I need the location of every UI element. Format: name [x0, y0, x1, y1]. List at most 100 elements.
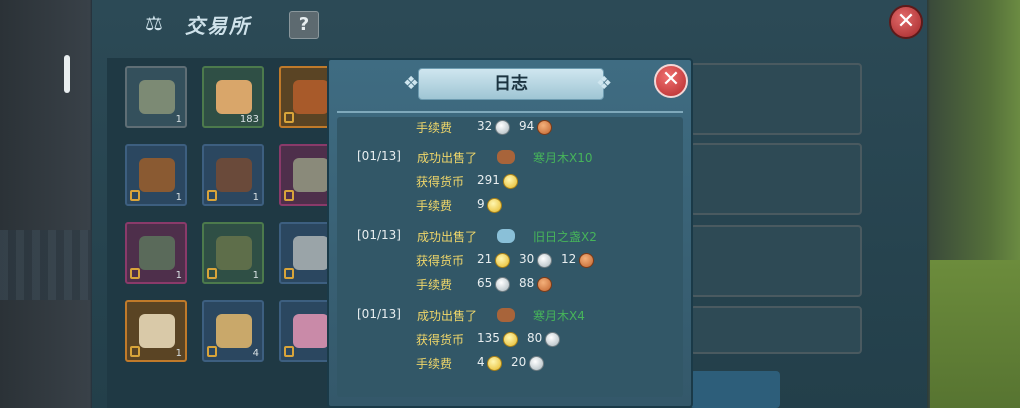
silver-coin-icon [537, 253, 552, 268]
item-count: 1 [175, 192, 182, 203]
currency-amount: 65 [477, 276, 493, 290]
listing-row[interactable] [690, 143, 862, 215]
log-action: 成功出售了 [417, 151, 478, 165]
wood-icon [497, 150, 515, 164]
background-fence [0, 230, 92, 300]
currency-amount: 32 [477, 119, 493, 133]
fee-label: 手续费 [416, 121, 453, 135]
log-item-name: 寒月木X10 [533, 151, 593, 165]
trough-icon [293, 158, 329, 192]
currency-amount: 21 [477, 252, 493, 266]
copper-coin-icon [537, 120, 552, 135]
silver-coin-icon [545, 332, 560, 347]
inventory-grid: 11831111114 [107, 58, 341, 408]
wood-icon [497, 308, 515, 322]
log-item-name: 寒月木X4 [533, 309, 585, 323]
crate-icon [139, 158, 175, 192]
item-count: 1 [252, 270, 259, 281]
ornament-left-icon: ❖ [403, 73, 420, 94]
inventory-slot[interactable]: 1 [125, 66, 187, 128]
inventory-slot[interactable]: 1 [202, 222, 264, 284]
lock-icon [207, 190, 217, 201]
disc-icon [293, 236, 329, 270]
inventory-slot[interactable]: 1 [202, 144, 264, 206]
lock-icon [207, 268, 217, 279]
game-screen: ⚖ 交易所 ? ✕ 11831111114 ❖ 日志 ❖ ✕ 手续费3294[0… [0, 0, 1020, 408]
help-button[interactable]: ? [289, 11, 319, 39]
side-handle[interactable] [64, 55, 70, 93]
fee-label: 手续费 [416, 199, 453, 213]
earn-label: 获得货币 [416, 333, 465, 347]
lock-icon [130, 268, 140, 279]
inventory-slot[interactable]: 1 [125, 222, 187, 284]
chest-icon [293, 80, 329, 114]
item-count: 1 [252, 192, 259, 203]
item-count: 1 [175, 114, 182, 125]
silver-coin-icon [495, 277, 510, 292]
currency-amount: 4 [477, 355, 485, 369]
dialog-title: 日志 [418, 68, 604, 100]
item-count: 1 [175, 270, 182, 281]
item-count: 1 [175, 348, 182, 359]
lock-icon [284, 112, 294, 123]
window-title: 交易所 [185, 14, 251, 38]
log-list[interactable]: 手续费 32 94 [01/13] 成功出售了 寒月木X10 获得货币 291 手续费 9 [01/… [337, 117, 683, 397]
inventory-slot[interactable]: 1 [125, 300, 187, 362]
lock-icon [284, 346, 294, 357]
log-date: [01/13] [357, 149, 401, 163]
dialog-divider [337, 111, 683, 113]
earn-label: 获得货币 [416, 175, 465, 189]
lock-icon [207, 346, 217, 357]
fee-label: 手续费 [416, 357, 453, 371]
currency-amount: 30 [519, 252, 535, 266]
log-date: [01/13] [357, 307, 401, 321]
silver-coin-icon [529, 356, 544, 371]
currency-amount: 9 [477, 197, 485, 211]
currency-amount: 20 [511, 355, 527, 369]
fee-label: 手续费 [416, 278, 453, 292]
listing-action-button[interactable] [690, 371, 780, 408]
currency-amount: 291 [477, 173, 500, 187]
log-item-name: 旧日之盏X2 [533, 230, 597, 244]
spoon-icon [497, 229, 515, 243]
inventory-slot[interactable]: 1 [125, 144, 187, 206]
background-grass [930, 260, 1020, 408]
seed-bag-icon [293, 314, 329, 348]
copper-coin-icon [537, 277, 552, 292]
currency-amount: 88 [519, 276, 535, 290]
bun-basket-icon [216, 80, 252, 114]
close-window-button[interactable]: ✕ [889, 5, 923, 39]
currency-amount: 80 [527, 331, 543, 345]
lock-icon [284, 190, 294, 201]
log-action: 成功出售了 [417, 230, 478, 244]
listing-row[interactable] [690, 63, 862, 135]
earn-label: 获得货币 [416, 254, 465, 268]
gold-coin-icon [503, 174, 518, 189]
horn-icon [139, 314, 175, 348]
lock-icon [284, 268, 294, 279]
listing-row[interactable] [690, 225, 862, 297]
currency-amount: 12 [561, 252, 577, 266]
gold-coin-icon [503, 332, 518, 347]
lock-icon [130, 346, 140, 357]
silver-coin-icon [495, 120, 510, 135]
jeep-icon [139, 236, 175, 270]
inventory-slot[interactable]: 4 [202, 300, 264, 362]
seed-bag-icon [216, 314, 252, 348]
item-count: 4 [252, 348, 259, 359]
log-date: [01/13] [357, 228, 401, 242]
gold-coin-icon [495, 253, 510, 268]
inventory-slot[interactable]: 183 [202, 66, 264, 128]
copper-coin-icon [579, 253, 594, 268]
currency-amount: 94 [519, 119, 535, 133]
rope-icon [139, 80, 175, 114]
cart-icon [216, 158, 252, 192]
item-count: 183 [239, 114, 259, 125]
gold-coin-icon [487, 198, 502, 213]
listing-row[interactable] [690, 306, 862, 354]
scale-icon: ⚖ [145, 11, 163, 35]
close-dialog-button[interactable]: ✕ [654, 64, 688, 98]
jeep-icon [216, 236, 252, 270]
ornament-right-icon: ❖ [596, 73, 613, 94]
lock-icon [130, 190, 140, 201]
